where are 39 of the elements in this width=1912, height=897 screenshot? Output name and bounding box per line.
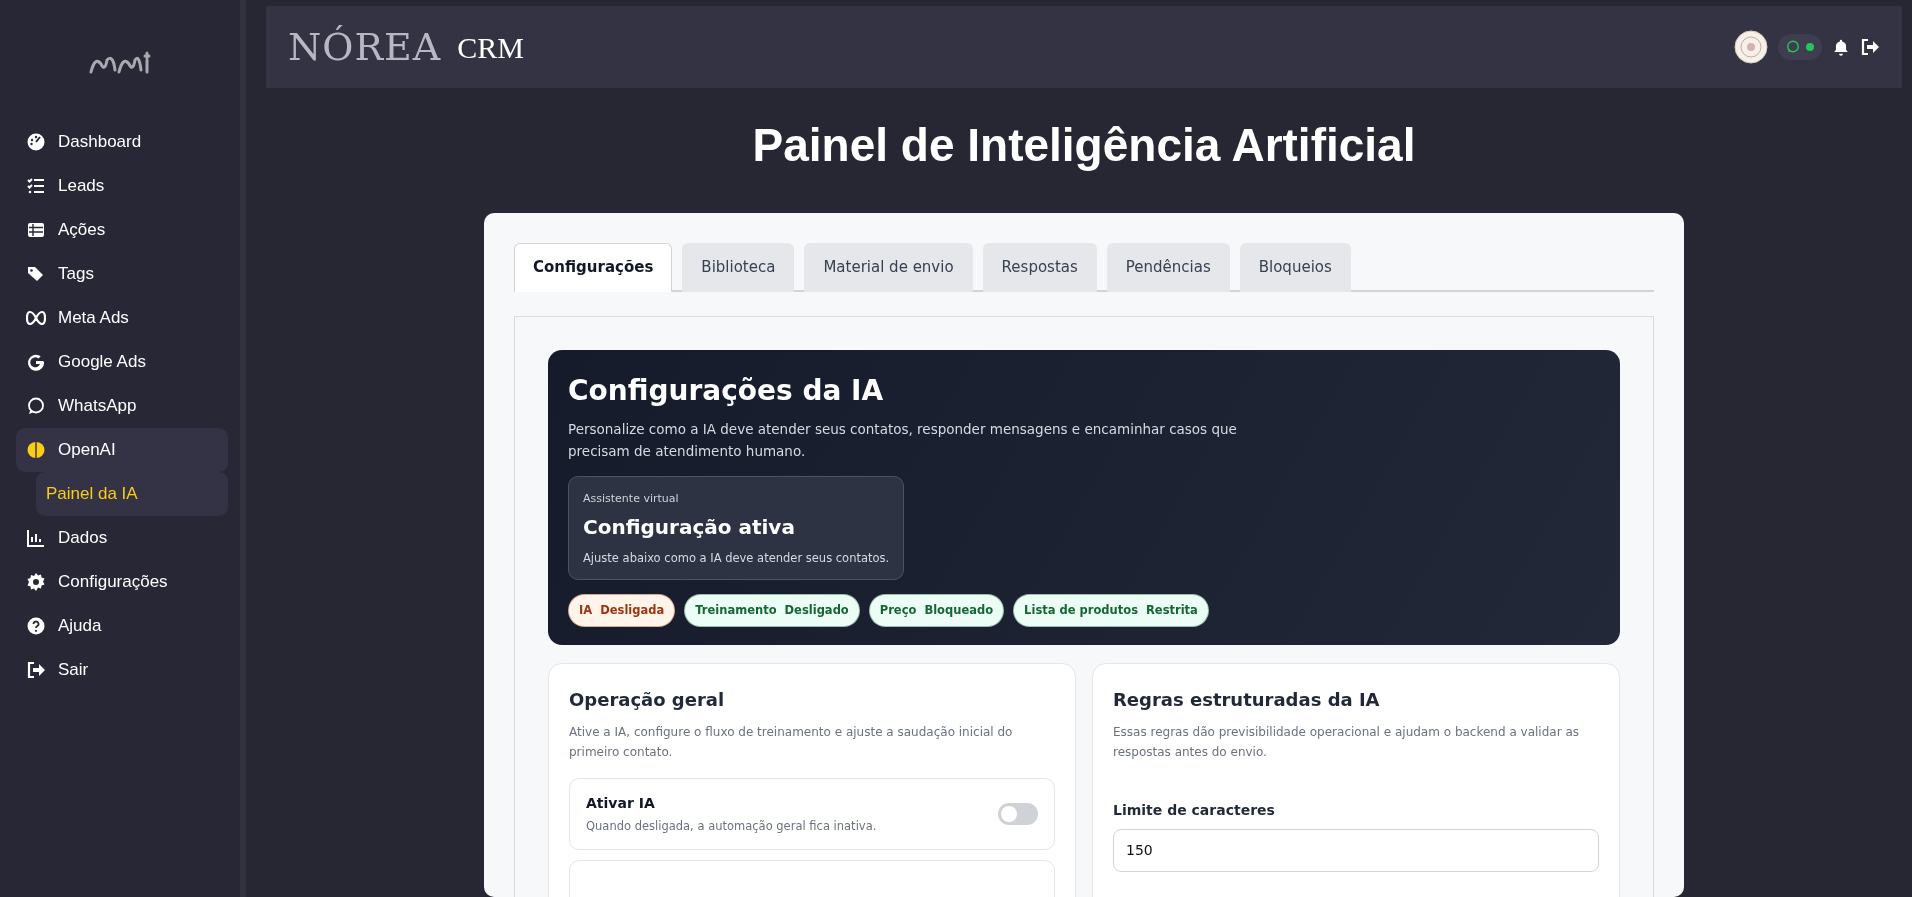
tab[interactable]: Respostas xyxy=(982,243,1097,292)
status-eyebrow: Assistente virtual xyxy=(583,491,680,508)
sidebar-item[interactable]: Tags xyxy=(16,252,228,296)
sidebar-item[interactable]: Dashboard xyxy=(16,120,228,164)
status-pill: IA Desligada xyxy=(568,594,676,628)
tab[interactable]: Material de envio xyxy=(804,243,973,292)
tab[interactable]: Configurações xyxy=(514,243,673,292)
setting-description: Quando desligada, a automação geral fica inativa. xyxy=(586,817,877,835)
setting-title: Ativar IA xyxy=(586,793,656,813)
card-title: Regras estruturadas da IA xyxy=(1113,688,1381,713)
sidebar-item[interactable]: Google Ads xyxy=(16,340,228,384)
brand-suffix: CRM xyxy=(457,29,524,66)
sidebar-item[interactable]: Configurações xyxy=(16,560,228,604)
tab[interactable]: Bloqueios xyxy=(1239,243,1351,292)
sidebar-item[interactable]: Sair xyxy=(16,648,228,692)
status-pill: Treinamento Desligado xyxy=(684,594,860,628)
card-title: Operação geral xyxy=(569,688,726,713)
hero-description: Personalize como a IA deve atender seus contatos, responder mensagens e encaminhar casos que precisam de atendimento humano. xyxy=(568,420,1238,461)
status-text: Ajuste abaixo como a IA deve atender seus contatos. xyxy=(583,549,890,567)
page-title: Painel de Inteligência Artificial xyxy=(751,118,1417,173)
card-description: Ative a IA, configure o fluxo de treinamento e ajuste a saudação inicial do primeiro contato. xyxy=(569,724,1014,761)
sidebar-item[interactable]: Leads xyxy=(16,164,228,208)
status-pill: Lista de produtos Restrita xyxy=(1013,594,1209,628)
sidebar-item[interactable]: OpenAI xyxy=(16,428,228,472)
field-label: Limite de caracteres xyxy=(1113,800,1276,820)
sidebar-item[interactable]: Ações xyxy=(16,208,228,252)
tab[interactable]: Biblioteca xyxy=(682,243,795,292)
status-title: Configuração ativa xyxy=(583,513,796,541)
sidebar-subitem[interactable]: Painel da IA xyxy=(36,472,228,516)
status-pill: Preço Bloqueado xyxy=(868,594,1005,628)
sidebar-item[interactable]: Ajuda xyxy=(16,604,228,648)
tab[interactable]: Pendências xyxy=(1106,243,1230,292)
sidebar-item[interactable]: Dados xyxy=(16,516,228,560)
sidebar-item[interactable]: WhatsApp xyxy=(16,384,228,428)
hero-title: Configurações da IA xyxy=(568,373,885,408)
sidebar-item[interactable]: Meta Ads xyxy=(16,296,228,340)
brand-name: NÓREA xyxy=(288,23,442,71)
input-field[interactable]: 150 xyxy=(1113,828,1599,872)
card-description: Essas regras dão previsibilidade operacional e ajudam o backend a validar as respostas antes do envio. xyxy=(1113,724,1580,761)
